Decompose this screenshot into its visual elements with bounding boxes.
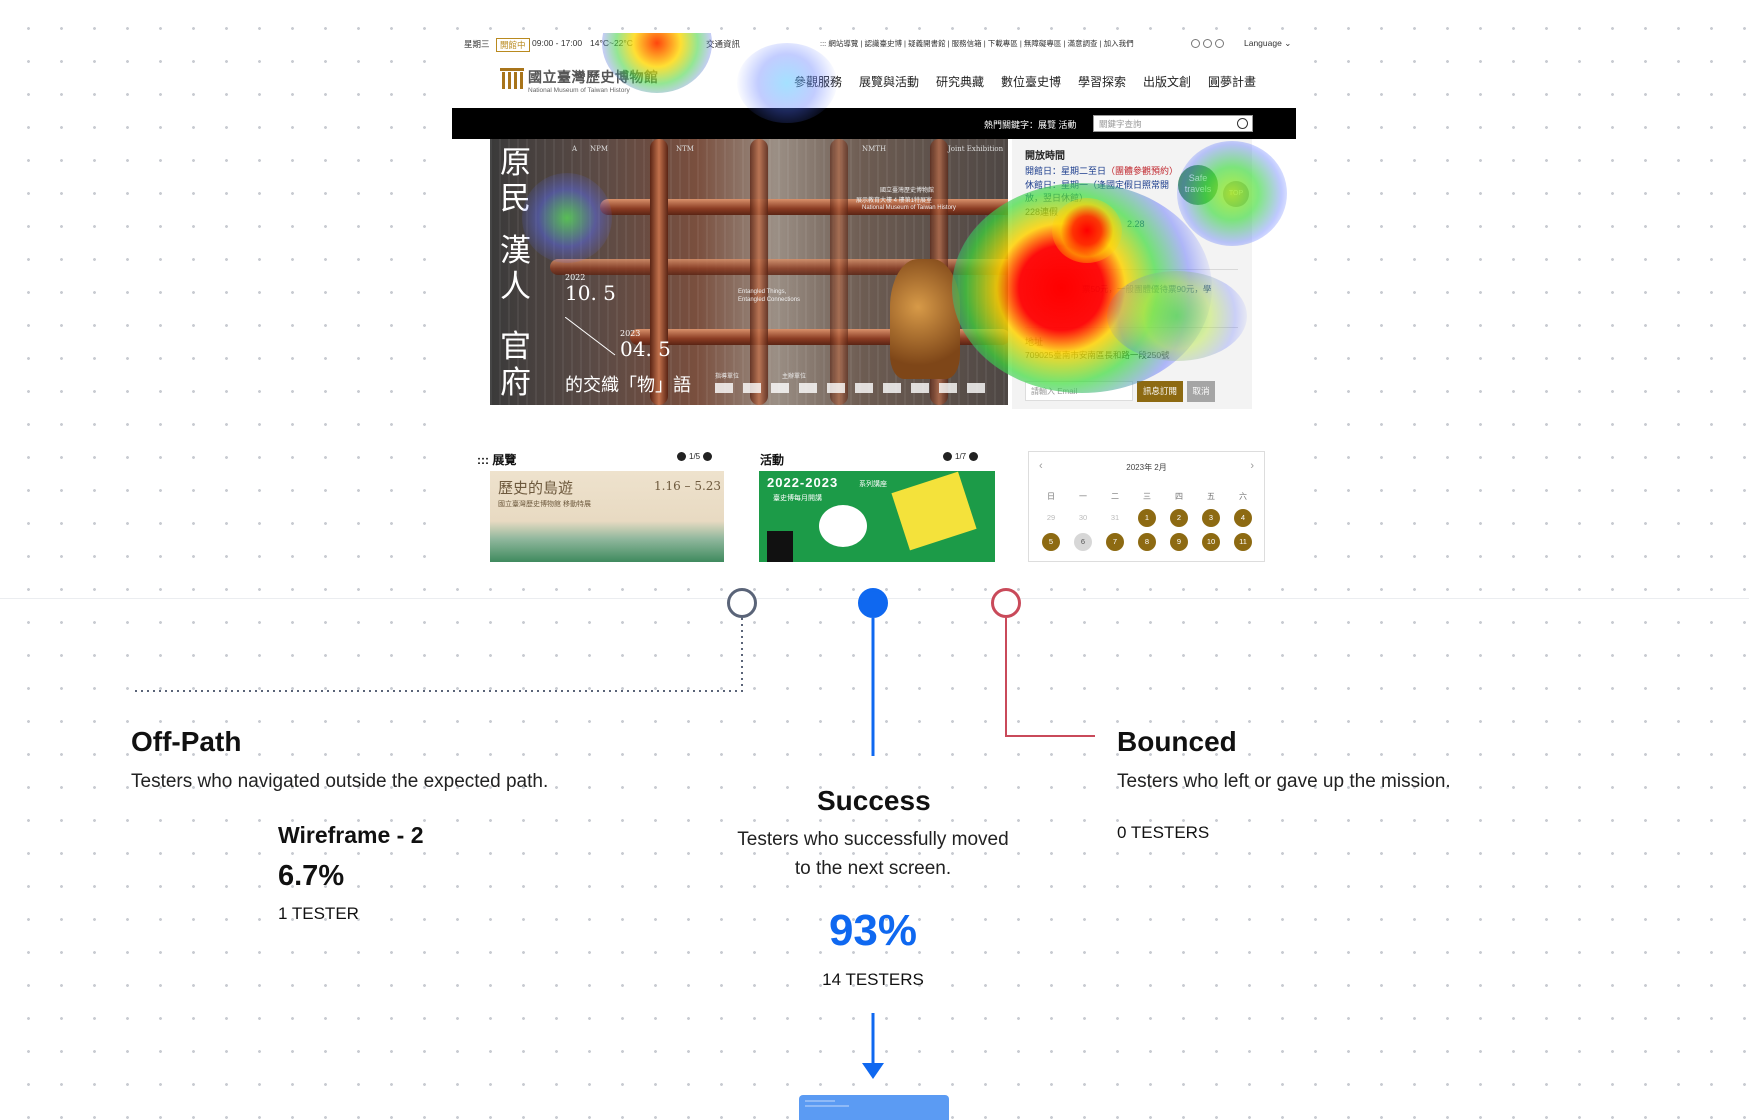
offpath-title: Off-Path — [131, 726, 242, 757]
success-tester-count: 14 TESTERS — [822, 970, 924, 989]
next-screen-thumbnail[interactable] — [799, 1095, 949, 1120]
success-node[interactable] — [858, 588, 888, 618]
success-title: Success — [817, 785, 931, 816]
bounced-title: Bounced — [1117, 726, 1237, 757]
bounced-node[interactable] — [991, 588, 1021, 618]
success-percentage: 93% — [828, 906, 918, 955]
down-arrow-icon — [862, 1063, 884, 1079]
success-description-2: to the next screen. — [794, 858, 952, 879]
offpath-node[interactable] — [727, 588, 757, 618]
bounced-tester-count: 0 TESTERS — [1117, 823, 1210, 842]
bounced-connector — [1005, 618, 1095, 737]
bounced-description: Testers who left or gave up the mission. — [1117, 771, 1451, 792]
offpath-connector — [131, 618, 743, 692]
offpath-description: Testers who navigated outside the expect… — [131, 771, 549, 792]
success-description-1: Testers who successfully moved — [737, 829, 1009, 850]
